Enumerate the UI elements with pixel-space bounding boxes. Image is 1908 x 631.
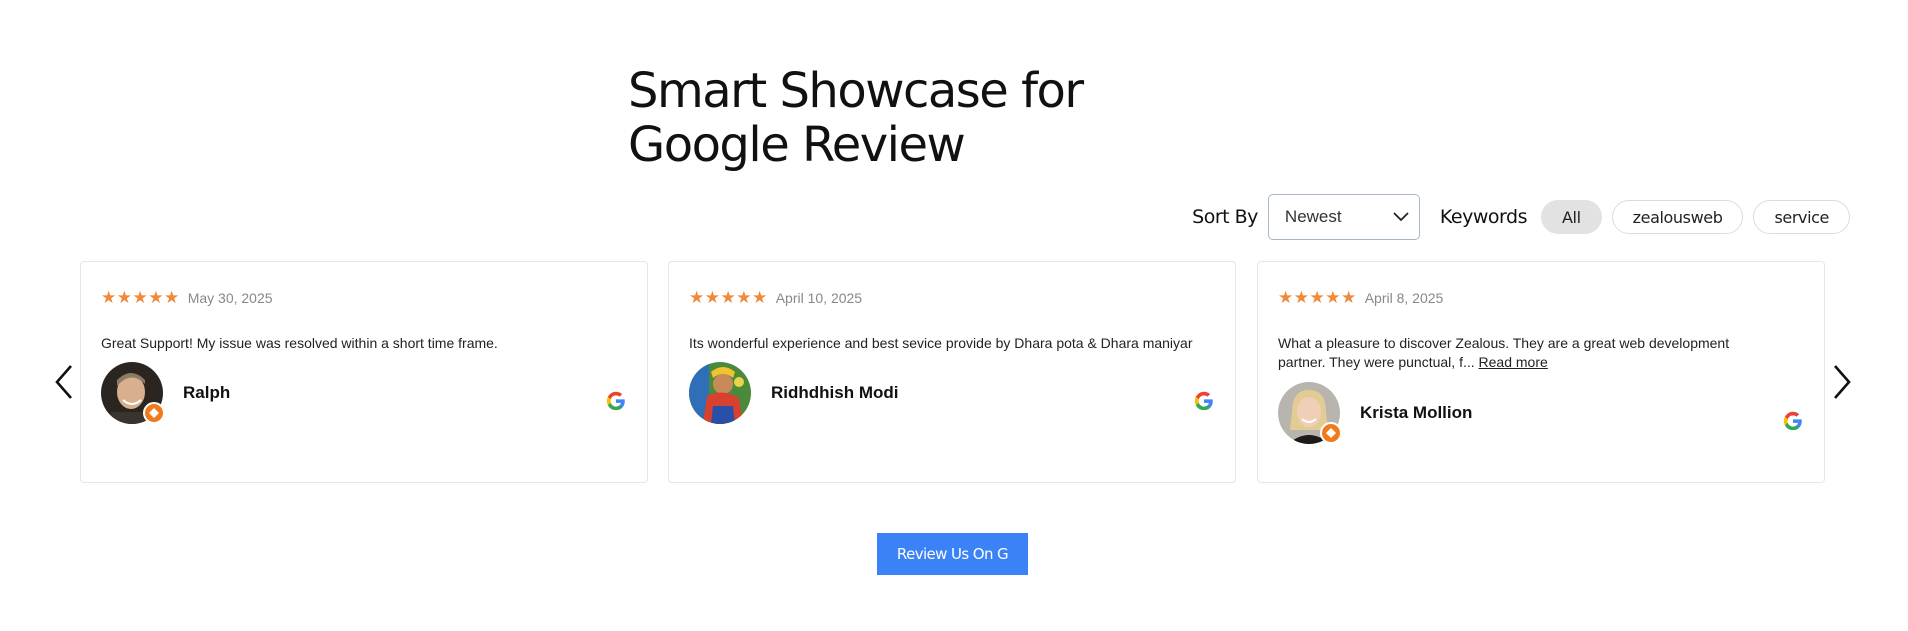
filter-controls: Sort By Newest Keywords All zealousweb s… [1192, 193, 1850, 241]
review-card: ★★★★★ May 30, 2025 Great Support! My iss… [80, 261, 648, 483]
rating-row: ★★★★★ May 30, 2025 [101, 288, 273, 308]
chevron-left-icon[interactable] [52, 362, 76, 402]
read-more-link[interactable]: Read more [1479, 354, 1548, 370]
review-body: Great Support! My issue was resolved wit… [101, 335, 498, 351]
google-icon [1783, 411, 1802, 431]
chevron-down-icon [1393, 212, 1409, 222]
review-card: ★★★★★ April 10, 2025 Its wonderful exper… [668, 261, 1236, 483]
review-text: Its wonderful experience and best sevice… [689, 334, 1217, 353]
review-body: Its wonderful experience and best sevice… [689, 335, 1193, 351]
author-name: Ridhdhish Modi [771, 383, 899, 402]
review-text: What a pleasure to discover Zealous. The… [1278, 334, 1778, 372]
avatar [1278, 382, 1342, 444]
review-author: Ralph [101, 362, 230, 424]
review-date: April 10, 2025 [775, 290, 863, 306]
avatar [101, 362, 165, 424]
page-title: Smart Showcase for Google Review [628, 63, 1084, 173]
rating-row: ★★★★★ April 10, 2025 [689, 288, 862, 308]
local-guide-badge-icon [143, 402, 165, 424]
keyword-chip-service[interactable]: service [1753, 200, 1850, 234]
google-icon [606, 391, 625, 411]
title-line-2: Google Review [628, 117, 966, 173]
sort-select-value: Newest [1284, 207, 1342, 226]
google-icon [1194, 391, 1213, 411]
rating-row: ★★★★★ April 8, 2025 [1278, 288, 1443, 308]
author-name: Krista Mollion [1360, 403, 1473, 422]
keyword-chip-all[interactable]: All [1540, 200, 1602, 234]
chevron-right-icon[interactable] [1830, 362, 1854, 402]
review-author: Ridhdhish Modi [689, 362, 898, 424]
review-date: May 30, 2025 [187, 290, 273, 306]
review-text: Great Support! My issue was resolved wit… [101, 334, 629, 353]
title-line-1: Smart Showcase for [628, 63, 1084, 119]
star-rating: ★★★★★ [689, 288, 768, 308]
author-name: Ralph [183, 383, 231, 402]
review-author: Krista Mollion [1278, 382, 1472, 444]
avatar [689, 362, 751, 424]
keywords-label: Keywords [1439, 206, 1528, 228]
review-date: April 8, 2025 [1364, 290, 1444, 306]
review-us-button[interactable]: Review Us On G [877, 533, 1028, 575]
star-rating: ★★★★★ [101, 288, 180, 308]
review-card: ★★★★★ April 8, 2025 What a pleasure to d… [1257, 261, 1825, 483]
star-rating: ★★★★★ [1278, 288, 1357, 308]
sort-by-label: Sort By [1192, 206, 1258, 228]
local-guide-badge-icon [1320, 422, 1342, 444]
keyword-chip-zealousweb[interactable]: zealousweb [1611, 200, 1744, 234]
sort-select[interactable]: Newest [1267, 194, 1420, 240]
